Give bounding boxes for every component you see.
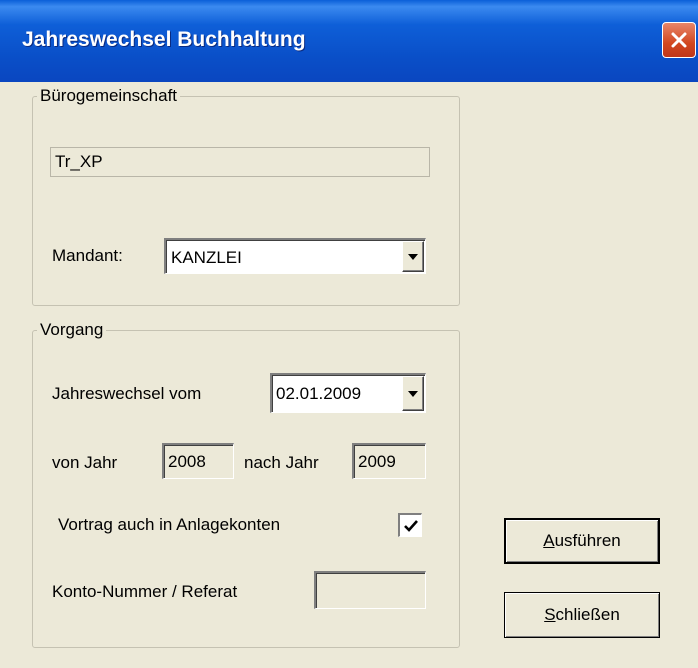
jahreswechsel-label: Jahreswechsel vom (52, 384, 202, 403)
mandant-dropdown-button[interactable] (402, 241, 424, 272)
von-jahr-field: 2008 (162, 443, 234, 479)
buerogemeinschaft-group: Bürogemeinschaft (32, 86, 460, 306)
schliessen-button[interactable]: Schließen (504, 592, 660, 638)
schliessen-mnemonic: S (544, 605, 556, 624)
schliessen-label: Schließen (544, 605, 620, 625)
ausfuehren-button[interactable]: Ausführen (504, 518, 660, 564)
buerogemeinschaft-name-field: Tr_XP (50, 147, 430, 177)
buerogemeinschaft-legend: Bürogemeinschaft (37, 86, 181, 106)
konto-field[interactable] (314, 571, 426, 609)
schliessen-label-rest: chließen (555, 605, 620, 624)
chevron-down-icon (408, 390, 418, 397)
jahreswechsel-date-value: 02.01.2009 (276, 384, 362, 403)
vorgang-legend: Vorgang (37, 320, 107, 340)
date-dropdown-button[interactable] (402, 376, 424, 411)
mandant-selected-value: KANZLEI (171, 248, 242, 267)
close-button[interactable] (662, 22, 696, 58)
mandant-label: Mandant: (52, 246, 123, 265)
buerogemeinschaft-name-value: Tr_XP (55, 152, 103, 171)
checkmark-icon (403, 519, 418, 532)
window-title: Jahreswechsel Buchhaltung (22, 28, 306, 51)
ausfuehren-label-rest: usführen (554, 531, 621, 550)
von-jahr-value: 2008 (168, 452, 206, 471)
title-bar[interactable]: Jahreswechsel Buchhaltung (0, 0, 698, 82)
close-icon (671, 32, 687, 48)
mandant-select[interactable]: KANZLEI (164, 238, 426, 274)
vortrag-checkbox[interactable] (398, 513, 422, 537)
von-jahr-label: von Jahr (52, 453, 118, 472)
nach-jahr-value: 2009 (358, 452, 396, 471)
nach-jahr-label: nach Jahr (244, 453, 319, 472)
nach-jahr-field: 2009 (352, 443, 426, 479)
chevron-down-icon (408, 253, 418, 260)
ausfuehren-mnemonic: A (543, 531, 555, 550)
vortrag-label: Vortrag auch in Anlagekonten (58, 515, 281, 534)
ausfuehren-label: Ausführen (543, 531, 621, 551)
jahreswechsel-date-picker[interactable]: 02.01.2009 (270, 373, 426, 413)
konto-label: Konto-Nummer / Referat (52, 582, 238, 601)
